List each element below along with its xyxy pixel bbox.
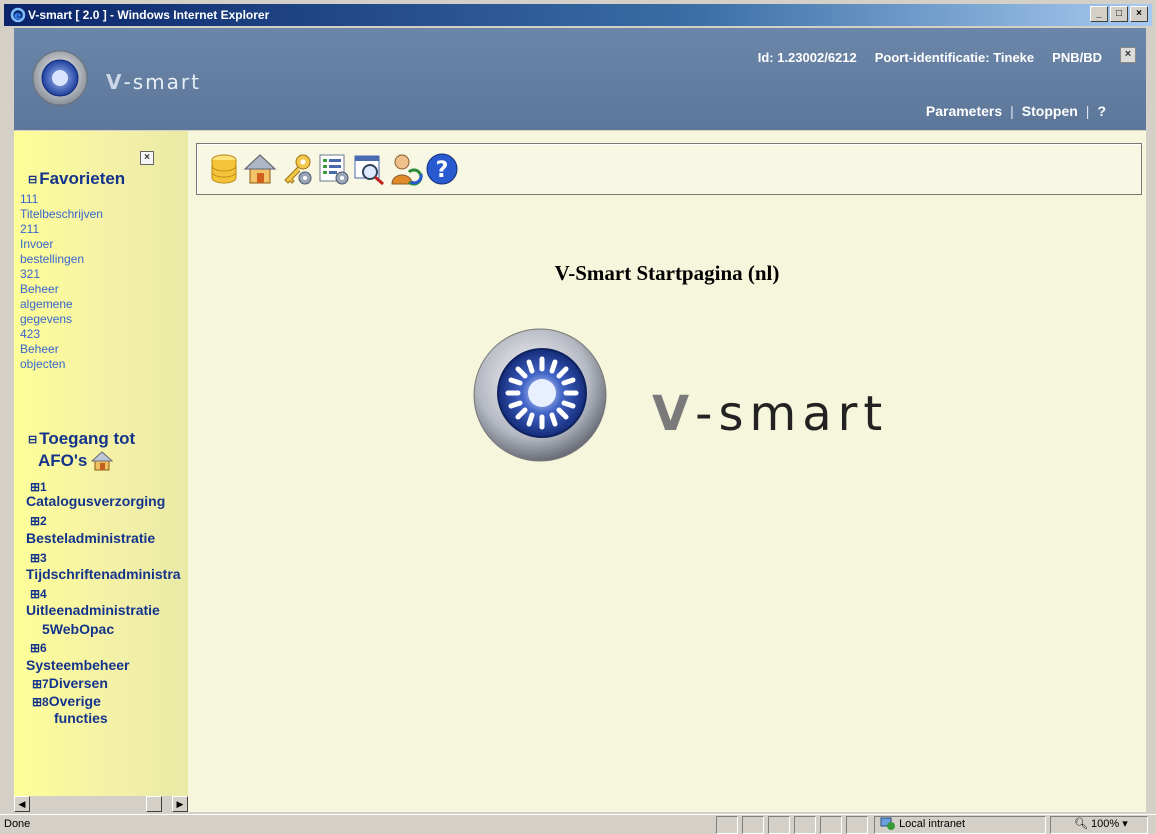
afo-toggle-6[interactable]: ⊞6 <box>30 639 47 655</box>
collapse-icon: ⊟ <box>28 434 38 447</box>
page-title: V-Smart Startpagina (nl) <box>554 261 780 285</box>
security-zone: Local intranet <box>880 817 965 831</box>
close-button[interactable]: × <box>1130 6 1148 22</box>
afo-toggle-4[interactable]: ⊞4 <box>30 585 47 601</box>
port-identification: Poort-identificatie: Tineke <box>874 50 1035 65</box>
svg-text:?: ? <box>436 158 449 183</box>
afo-toggle-2[interactable]: ⊞2 <box>30 512 47 528</box>
session-id: Id: 1.23002/6212 <box>757 50 857 65</box>
zoom-level[interactable]: 🔍︎ 100% ▾ <box>1074 817 1128 830</box>
favorite-link[interactable]: Titelbeschrijven <box>20 207 170 222</box>
home-icon[interactable] <box>243 152 277 186</box>
toolbar: ? <box>196 143 1142 195</box>
afo-group-catalogus[interactable]: Catalogusverzorging <box>26 493 165 509</box>
header-brand: V-smart <box>106 70 201 94</box>
afo-group-systeem[interactable]: Systeembeheer <box>26 657 130 673</box>
main-brand: V-smart <box>652 386 889 442</box>
link-separator: | <box>1085 103 1090 119</box>
favorites-heading[interactable]: ⊟ Favorieten <box>28 169 125 189</box>
main-content: ? V-Smart Startpagina (nl) V-smart <box>188 131 1146 812</box>
afo-group-uitleen[interactable]: Uitleenadministratie <box>26 602 160 618</box>
favorite-link[interactable]: 423 <box>20 327 170 342</box>
favorite-link[interactable]: 321 <box>20 267 170 282</box>
window-title: V-smart [ 2.0 ] - Windows Internet Explo… <box>28 8 270 22</box>
favorite-link[interactable]: 211 <box>20 222 170 237</box>
status-cell <box>846 816 868 834</box>
list-settings-icon[interactable] <box>317 152 351 186</box>
afo-group-diversen[interactable]: ⊞7Diversen <box>32 675 108 691</box>
favorite-link[interactable]: bestellingen <box>20 252 170 267</box>
scroll-right-arrow[interactable]: ▶ <box>172 796 188 812</box>
scroll-left-arrow[interactable]: ◀ <box>14 796 30 812</box>
status-cell <box>742 816 764 834</box>
vsmart-logo-icon <box>32 50 88 106</box>
favorite-link[interactable]: Beheer <box>20 342 170 357</box>
status-cell <box>794 816 816 834</box>
intranet-icon <box>880 817 895 830</box>
app-header: V-smart Id: 1.23002/6212 Poort-identific… <box>14 28 1146 130</box>
search-record-icon[interactable] <box>353 152 387 186</box>
afo-toggle-1[interactable]: ⊞1 <box>30 478 47 494</box>
scroll-thumb[interactable] <box>146 796 162 812</box>
maximize-button[interactable]: □ <box>1110 6 1128 22</box>
chevron-down-icon: ▾ <box>1122 818 1128 830</box>
afo-group-tijdschriften[interactable]: Tijdschriftenadministra <box>26 566 188 582</box>
sidebar-horizontal-scrollbar[interactable]: ◀ ▶ <box>14 796 188 812</box>
help-link[interactable]: ? <box>1097 103 1106 119</box>
favorite-link[interactable]: Invoer <box>20 237 170 252</box>
stoppen-link[interactable]: Stoppen <box>1022 103 1078 119</box>
status-bar: Done Local intranet 🔍︎ 100% ▾ <box>0 814 1156 834</box>
afo-group-overige[interactable]: ⊞8Overige <box>32 693 101 709</box>
favorite-link[interactable]: Beheer <box>20 282 170 297</box>
favorite-link[interactable]: 111 <box>20 192 170 207</box>
afo-group-bestel[interactable]: Besteladministratie <box>26 530 155 546</box>
minimize-button[interactable]: _ <box>1090 6 1108 22</box>
parameters-link[interactable]: Parameters <box>926 103 1002 119</box>
afo-toggle-3[interactable]: ⊞3 <box>30 549 47 565</box>
favorite-link[interactable]: algemene <box>20 297 170 312</box>
help-icon[interactable]: ? <box>425 152 459 186</box>
ie-icon: e <box>10 7 26 23</box>
status-cell <box>768 816 790 834</box>
status-cell <box>716 816 738 834</box>
sidebar-close-button[interactable]: × <box>140 151 154 165</box>
key-settings-icon[interactable] <box>281 152 315 186</box>
zoom-icon: 🔍︎ <box>1074 818 1088 830</box>
status-text: Done <box>4 818 31 830</box>
vsmart-large-logo-icon <box>473 328 607 462</box>
user-refresh-icon[interactable] <box>389 152 423 186</box>
favorite-link[interactable]: gegevens <box>20 312 170 327</box>
status-cell <box>820 816 842 834</box>
afo-group-overige-line2[interactable]: functies <box>54 710 108 726</box>
header-close-button[interactable]: × <box>1120 47 1136 63</box>
database-icon[interactable] <box>207 152 241 186</box>
afo-group-webopac[interactable]: 5WebOpac <box>42 621 114 637</box>
location-code: PNB/BD <box>1052 50 1102 65</box>
svg-text:e: e <box>14 9 21 22</box>
favorite-link[interactable]: objecten <box>20 357 170 372</box>
collapse-icon: ⊟ <box>28 174 38 187</box>
afos-heading[interactable]: AFO's <box>38 451 114 471</box>
home-icon <box>91 451 114 471</box>
access-heading[interactable]: ⊟ Toegang tot <box>28 429 135 449</box>
window-titlebar: e V-smart [ 2.0 ] - Windows Internet Exp… <box>4 4 1152 26</box>
favorites-list: 111 Titelbeschrijven 211 Invoer bestelli… <box>20 192 170 372</box>
link-separator: | <box>1010 103 1014 119</box>
